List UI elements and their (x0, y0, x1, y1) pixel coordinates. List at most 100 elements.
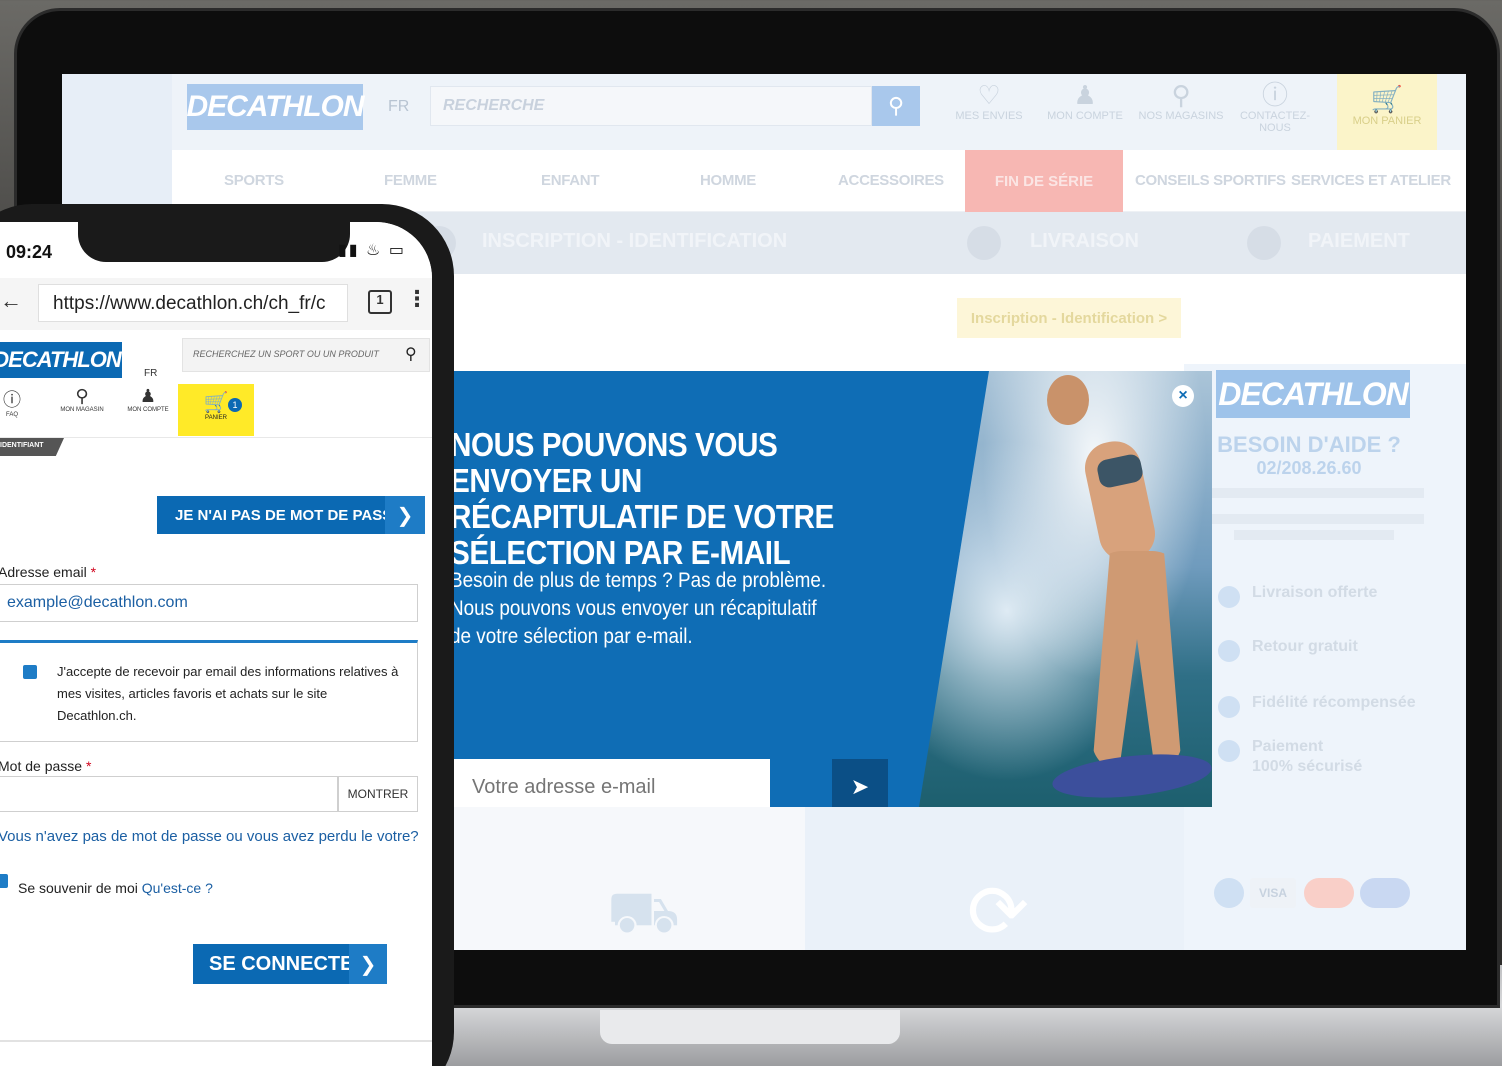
mobile-faq[interactable]: ⓘ FAQ (0, 386, 42, 418)
header-stores[interactable]: ⚲ NOS MAGASINS (1136, 80, 1226, 122)
language-selector[interactable]: FR (144, 368, 157, 379)
remember-me-info-link[interactable]: Qu'est-ce ? (142, 880, 213, 896)
perk-title: Paiement (1252, 738, 1324, 755)
nav-femme[interactable]: FEMME (384, 172, 437, 189)
nav-enfant[interactable]: ENFANT (541, 172, 600, 189)
header-cart[interactable]: 🛒 MON PANIER (1337, 74, 1437, 150)
cart-count-badge: 1 (228, 398, 242, 412)
show-password-button[interactable]: MONTRER (338, 776, 418, 812)
header-contact[interactable]: ⓘ CONTACTEZ-NOUS (1230, 80, 1320, 134)
step-delivery-icon (967, 226, 1001, 260)
login-button-label: SE CONNECTER (209, 952, 368, 975)
remember-me-checkbox[interactable] (0, 874, 8, 888)
mobile-account[interactable]: ♟ MON COMPTE (118, 386, 178, 413)
language-selector[interactable]: FR (388, 98, 409, 116)
header-wishlist-label: MES ENVIES (955, 110, 1023, 122)
search-placeholder: RECHERCHE (443, 97, 545, 114)
delivery-truck-icon: ⛟ (607, 880, 680, 945)
address-bar[interactable]: https://www.decathlon.ch/ch_fr/c (38, 284, 348, 322)
nav-homme[interactable]: HOMME (700, 172, 756, 189)
phone-screen: 09:24 ▮▮ ♨ ▭ ← https://www.decathlon.ch/… (0, 222, 432, 1066)
no-password-label: JE N'AI PAS DE MOT DE PASSE (175, 506, 403, 524)
identifiant-tab[interactable]: IDENTIFIANT (0, 438, 64, 456)
help-hours-line-2 (1234, 530, 1394, 540)
user-icon: ♟ (139, 386, 157, 406)
mobile-store[interactable]: ⚲ MON MAGASIN (52, 386, 112, 413)
location-pin-icon: ⚲ (75, 386, 89, 406)
email-label: Adresse email * (0, 564, 97, 580)
mobile-cart[interactable]: 🛒 1 PANIER (178, 384, 254, 436)
popup-title: NOUS POUVONS VOUS ENVOYER UN RÉCAPITULAT… (452, 426, 834, 571)
nav-conseils[interactable]: CONSEILS SPORTIFS (1135, 172, 1286, 189)
popup-body: Besoin de plus de temps ? Pas de problèm… (452, 569, 827, 648)
main-nav: SPORTS FEMME ENFANT HOMME ACCESSOIRES FI… (172, 150, 1466, 212)
mobile-store-label: MON MAGASIN (60, 407, 104, 413)
remember-me-label: Se souvenir de moi (18, 880, 138, 896)
remember-me: Se souvenir de moi Qu'est-ce ? (18, 880, 213, 896)
more-menu-icon[interactable]: ⋮ (406, 286, 428, 312)
help-phone[interactable]: 02/208.26.60 (1184, 458, 1434, 479)
popup-close-button[interactable]: × (1172, 385, 1194, 407)
nav-accessoires[interactable]: ACCESSOIRES (838, 172, 944, 189)
surfer-head (1047, 375, 1089, 425)
search-button[interactable]: ⚲ (872, 86, 920, 126)
breadcrumb[interactable]: Inscription - Identification > (957, 298, 1181, 338)
user-icon: ♟ (1073, 80, 1097, 110)
email-field[interactable] (0, 584, 418, 622)
back-arrow-icon[interactable]: ← (0, 288, 22, 314)
popup-send-button[interactable]: ➤ (832, 759, 888, 807)
decathlon-logo[interactable]: DECATHLON (0, 342, 122, 378)
step-payment: PAIEMENT (1308, 230, 1410, 252)
search-icon: ⚲ (887, 93, 905, 118)
header-account[interactable]: ♟ MON COMPTE (1040, 80, 1130, 122)
email-recap-popup: NOUS POUVONS VOUS ENVOYER UN RÉCAPITULAT… (452, 371, 1212, 807)
mobile-cart-label: PANIER (205, 415, 227, 421)
nav-sports[interactable]: SPORTS (224, 172, 284, 189)
cart-icon: 🛒 (203, 392, 229, 414)
header-account-label: MON COMPTE (1047, 110, 1123, 122)
chevron-right-icon: ❯ (385, 496, 425, 534)
header-stores-label: NOS MAGASINS (1138, 110, 1224, 122)
password-field[interactable] (0, 776, 338, 812)
side-panel-logo: DECATHLON (1216, 370, 1410, 418)
help-circle-icon: ⓘ (1261, 80, 1288, 110)
perk-free-return: Retour gratuit (1218, 638, 1438, 682)
cart-icon: 🛒 (1370, 84, 1404, 114)
search-input[interactable]: RECHERCHE (430, 86, 872, 126)
mobile-search-input[interactable]: RECHERCHEZ UN SPORT OU UN PRODUIT ⚲ (182, 338, 430, 372)
consent-box: J'accepte de recevoir par email des info… (0, 640, 418, 742)
step-identification: INSCRIPTION - IDENTIFICATION (482, 230, 788, 252)
step-payment-icon (1247, 226, 1281, 260)
close-icon: × (1178, 387, 1188, 404)
status-bar: 09:24 ▮▮ ♨ ▭ (0, 222, 432, 280)
decathlon-logo[interactable]: DECATHLON (186, 84, 365, 130)
nav-services[interactable]: SERVICES ET ATELIER (1291, 172, 1451, 189)
search-icon[interactable]: ⚲ (405, 344, 417, 364)
refresh-icon: ⟳ (967, 870, 1030, 950)
step-delivery: LIVRAISON (1030, 230, 1139, 252)
heart-icon: ♡ (977, 80, 1001, 110)
perk-free-delivery: Livraison offerte (1218, 584, 1438, 628)
site-header: DECATHLON FR RECHERCHE ⚲ ♡ MES ENVIES ♟ … (172, 74, 1466, 150)
perk-subtitle: 100% sécurisé (1252, 758, 1363, 775)
mobile-faq-label: FAQ (5, 412, 18, 418)
password-label: Mot de passe * (0, 758, 92, 774)
maestro-icon (1360, 878, 1410, 908)
nav-fin-de-serie[interactable]: FIN DE SÉRIE (965, 150, 1123, 212)
lost-password-link[interactable]: Vous n'avez pas de mot de passe ou vous … (0, 828, 419, 845)
help-hours-line (1204, 514, 1424, 524)
no-password-button[interactable]: JE N'AI PAS DE MOT DE PASSE ❯ (157, 496, 425, 534)
mastercard-icon (1304, 878, 1354, 908)
consent-checkbox[interactable] (23, 665, 37, 679)
email-label-text: Adresse email (0, 564, 87, 580)
password-label-text: Mot de passe (0, 758, 83, 774)
paypal-icon (1214, 878, 1244, 908)
laptop-hinge (600, 1010, 900, 1044)
login-button[interactable]: SE CONNECTER ❯ (193, 944, 387, 984)
popup-email-input[interactable] (452, 759, 770, 807)
header-contact-label: CONTACTEZ-NOUS (1239, 110, 1311, 134)
send-arrow-icon: ➤ (850, 774, 870, 799)
tabs-icon[interactable]: 1 (368, 290, 392, 314)
header-wishlist[interactable]: ♡ MES ENVIES (944, 80, 1034, 122)
help-side-panel: DECATHLON BESOIN D'AIDE ? 02/208.26.60 L… (1184, 364, 1466, 950)
